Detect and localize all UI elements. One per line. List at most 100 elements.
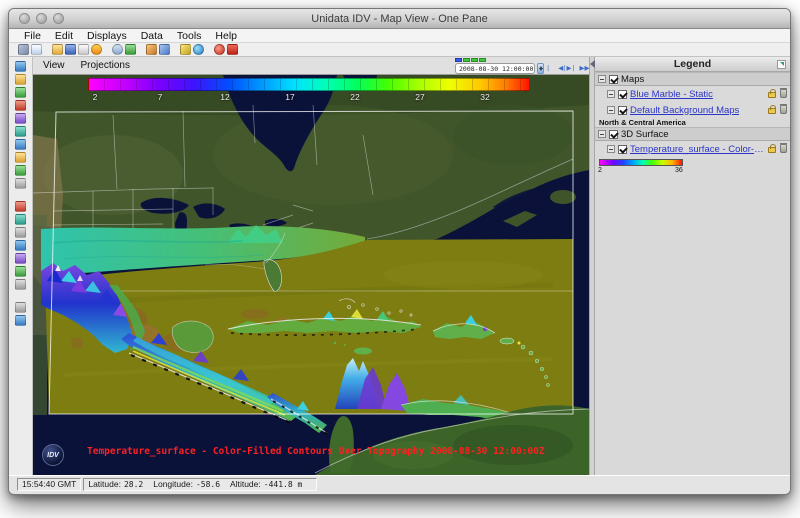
menu-bar: File Edit Displays Data Tools Help	[9, 29, 790, 43]
time-select[interactable]: 2008-08-30 12:00:00Z	[455, 63, 535, 74]
legend-colorbar-row: 2 36	[595, 157, 790, 177]
menu-edit[interactable]: Edit	[48, 30, 80, 42]
active-step-icon[interactable]	[455, 58, 462, 62]
blue-marble-checkbox[interactable]	[618, 90, 627, 99]
stop-icon[interactable]	[214, 44, 225, 55]
legend-item-temperature[interactable]: Temperature_surface - Color-Filled Conto…	[595, 141, 790, 157]
label-tool-icon[interactable]	[15, 266, 26, 277]
select-tool-icon[interactable]	[15, 61, 26, 72]
close-window-icon[interactable]	[19, 13, 30, 24]
colorbar-tick: 22	[350, 92, 359, 102]
background-maps-link[interactable]: Default Background Maps	[630, 105, 739, 116]
step-icon[interactable]	[479, 58, 486, 62]
animation-step-indicator[interactable]	[455, 58, 486, 62]
step-icon[interactable]	[471, 58, 478, 62]
zoom-out-tool-icon[interactable]	[15, 100, 26, 111]
maps-group-label: Maps	[621, 74, 644, 85]
pan-tool-icon[interactable]	[15, 74, 26, 85]
idv-logo: IDV	[42, 444, 64, 466]
cut-icon[interactable]	[18, 44, 29, 55]
help-tool-icon[interactable]	[15, 279, 26, 290]
legend-title: Legend	[674, 58, 711, 70]
brush-icon[interactable]	[159, 44, 170, 55]
collapse-toggle-icon[interactable]	[607, 106, 615, 114]
redo-icon[interactable]	[125, 44, 136, 55]
colorbar-tick: 7	[158, 92, 163, 102]
collapse-toggle-icon[interactable]	[598, 130, 606, 138]
colorbar-tick: 12	[220, 92, 229, 102]
colorbar-tick: 32	[480, 92, 489, 102]
float-legend-icon[interactable]	[777, 60, 786, 69]
legend-temperature-colorbar[interactable]	[599, 159, 683, 166]
display-caption: Temperature_surface - Color-Filled Conto…	[87, 446, 545, 457]
title-bar[interactable]: Unidata IDV - Map View - One Pane	[9, 9, 790, 29]
redo-view-icon[interactable]	[15, 315, 26, 326]
settings-tool-icon[interactable]	[15, 152, 26, 163]
collapse-toggle-icon[interactable]	[607, 90, 615, 98]
blue-marble-link[interactable]: Blue Marble - Static	[630, 89, 713, 100]
collapse-toggle-icon[interactable]	[598, 75, 606, 83]
trash-icon[interactable]	[780, 105, 787, 114]
new-document-icon[interactable]	[31, 44, 42, 55]
menu-data[interactable]: Data	[134, 30, 170, 42]
pencil-icon[interactable]	[180, 44, 191, 55]
menu-file[interactable]: File	[17, 30, 48, 42]
zoom-in-tool-icon[interactable]	[15, 87, 26, 98]
copy-icon[interactable]	[78, 44, 89, 55]
menu-help[interactable]: Help	[208, 30, 244, 42]
lock-icon[interactable]	[768, 108, 776, 114]
undo-view-icon[interactable]	[15, 302, 26, 313]
latitude-label: Latitude:	[88, 479, 121, 489]
grid-tool-icon[interactable]	[15, 214, 26, 225]
latitude-value: 28.2	[124, 480, 143, 489]
background-tool-icon[interactable]	[15, 240, 26, 251]
legend-header: Legend	[595, 57, 790, 72]
globe-icon[interactable]	[193, 44, 204, 55]
collapse-toggle-icon[interactable]	[607, 145, 615, 153]
snapshot-tool-icon[interactable]	[15, 139, 26, 150]
tab-projections[interactable]: Projections	[81, 60, 130, 71]
legend-group-3d-surface[interactable]: 3D Surface	[595, 127, 790, 141]
map-3d-scene[interactable]	[33, 75, 589, 475]
background-maps-checkbox[interactable]	[618, 106, 627, 115]
color-tool-icon[interactable]	[15, 227, 26, 238]
surface-group-label: 3D Surface	[621, 129, 669, 140]
trash-icon[interactable]	[780, 89, 787, 98]
legend-group-maps[interactable]: Maps	[595, 72, 790, 86]
legend-item-blue-marble[interactable]: Blue Marble - Static	[595, 86, 790, 102]
ruler-tool-icon[interactable]	[15, 201, 26, 212]
layer-tool-icon[interactable]	[15, 253, 26, 264]
edit-icon[interactable]	[146, 44, 157, 55]
refresh-tool-icon[interactable]	[15, 165, 26, 176]
favorite-icon[interactable]	[91, 44, 102, 55]
trash-icon[interactable]	[780, 144, 787, 153]
tab-view[interactable]: View	[43, 60, 65, 71]
save-icon[interactable]	[65, 44, 76, 55]
time-animation-control: 2008-08-30 12:00:00Z |◀◀ ◀| ▶ |▶ ▶▶|	[455, 57, 585, 75]
menu-tools[interactable]: Tools	[170, 30, 209, 42]
rotate-tool-icon[interactable]	[15, 126, 26, 137]
temperature-checkbox[interactable]	[618, 145, 627, 154]
home-view-icon[interactable]	[15, 113, 26, 124]
legend-item-background-maps[interactable]: Default Background Maps	[595, 102, 790, 118]
content-area: View Projections 2008-08-30 12:00:00Z |◀…	[9, 57, 790, 475]
lock-icon[interactable]	[768, 92, 776, 98]
clock-field: 15:54:40 GMT	[17, 478, 81, 491]
zoom-window-icon[interactable]	[53, 13, 64, 24]
map-3d-view[interactable]: 2 7 12 17 22 27 32 IDV Temperature_surfa…	[33, 75, 589, 475]
open-folder-icon[interactable]	[52, 44, 63, 55]
view-toolbar	[9, 57, 33, 475]
surface-visibility-checkbox[interactable]	[609, 130, 618, 139]
probe-tool-icon[interactable]	[15, 178, 26, 189]
close-icon[interactable]	[227, 44, 238, 55]
undo-icon[interactable]	[112, 44, 123, 55]
menu-displays[interactable]: Displays	[80, 30, 134, 42]
step-icon[interactable]	[463, 58, 470, 62]
time-stepper[interactable]	[537, 63, 544, 74]
colorbar-min-label: 2	[598, 167, 602, 174]
temperature-colorbar	[88, 78, 530, 91]
maps-visibility-checkbox[interactable]	[609, 75, 618, 84]
lock-icon[interactable]	[768, 147, 776, 153]
minimize-window-icon[interactable]	[36, 13, 47, 24]
temperature-link[interactable]: Temperature_surface - Color-Filled Conto…	[630, 144, 768, 155]
